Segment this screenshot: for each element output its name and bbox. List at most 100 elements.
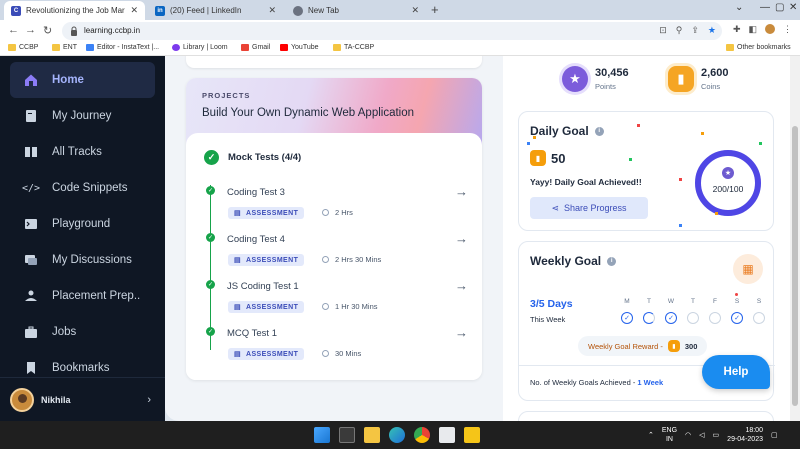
windows-taskbar: ⌃ ENG IN ◠ ◁ ▭ 18:00 29-04-2023 ▢	[0, 421, 800, 449]
bookmark-item[interactable]: TA-CCBP	[333, 44, 374, 51]
battery-icon[interactable]: ▭	[713, 431, 720, 439]
reload-icon[interactable]: ↻	[43, 24, 52, 37]
arrow-right-icon[interactable]: →	[455, 184, 468, 199]
browser-tab-linkedin[interactable]: in (20) Feed | LinkedIn ✕	[148, 1, 283, 20]
extensions-icon[interactable]: ✚	[733, 24, 741, 35]
duration: 2 Hrs	[322, 208, 353, 217]
chevron-right-icon[interactable]: ›	[147, 394, 151, 406]
weekly-days-count: 3/5 Days	[530, 298, 573, 310]
project-title[interactable]: Build Your Own Dynamic Web Application	[202, 107, 414, 119]
check-circle-icon: ✓	[204, 150, 219, 165]
store-icon[interactable]	[439, 427, 455, 443]
project-body: ✓ Mock Tests (4/4) ✓ Coding Test 3 → ▤ AS…	[186, 133, 482, 380]
new-tab-button[interactable]: +	[431, 2, 439, 17]
file-explorer-icon[interactable]	[364, 427, 380, 443]
sidebar-item-my-discussions[interactable]: My Discussions	[10, 242, 155, 278]
clock-icon	[322, 350, 329, 357]
bookmark-item[interactable]: Library | Loom	[172, 44, 228, 51]
bookmark-item[interactable]: Editor - InstaText |...	[86, 44, 159, 51]
wifi-icon[interactable]: ◠	[685, 431, 691, 439]
previous-card	[186, 56, 482, 68]
mock-tests-header[interactable]: ✓ Mock Tests (4/4)	[204, 150, 301, 165]
info-icon[interactable]: i	[607, 256, 617, 266]
progress-text: 200/100	[712, 184, 744, 194]
test-item[interactable]: ✓ Coding Test 3 → ▤ ASSESSMENT 2 Hrs	[206, 184, 468, 227]
clock[interactable]: 18:00 29-04-2023	[727, 426, 763, 444]
confetti	[715, 212, 718, 215]
test-item[interactable]: ✓ MCQ Test 1 → ▤ ASSESSMENT 30 Mins	[206, 325, 468, 368]
language-indicator[interactable]: ENG IN	[662, 426, 677, 444]
clock-icon	[322, 256, 329, 263]
bookmark-item[interactable]: YouTube	[280, 44, 319, 51]
test-item[interactable]: ✓ JS Coding Test 1 → ▤ ASSESSMENT 1 Hr 30…	[206, 278, 468, 321]
confetti	[527, 142, 530, 145]
profile-avatar-icon[interactable]	[765, 24, 775, 34]
arrow-right-icon[interactable]: →	[455, 278, 468, 293]
install-app-icon[interactable]: ⊡	[659, 25, 667, 36]
weekday-status-circle	[753, 312, 765, 324]
minimize-icon[interactable]: —	[760, 2, 770, 13]
chevron-down-icon[interactable]: ⌄	[735, 2, 743, 13]
side-panel-icon[interactable]: ◧	[748, 24, 757, 35]
test-item[interactable]: ✓ Coding Test 4 → ▤ ASSESSMENT 2 Hrs 30 M…	[206, 231, 468, 274]
weekday-label: T	[691, 298, 695, 305]
weekday-status-circle: ✓	[731, 312, 743, 324]
other-bookmarks[interactable]: Other bookmarks	[726, 44, 791, 51]
project-label: PROJECTS	[202, 91, 251, 100]
sidebar-item-jobs[interactable]: Jobs	[10, 314, 155, 350]
weekly-goal-title: Weekly Goal i	[530, 254, 617, 268]
maximize-icon[interactable]: ▢	[775, 2, 784, 13]
close-tab-icon[interactable]: ✕	[411, 5, 419, 16]
url-omnibox[interactable]: learning.ccbp.in ⊡ ⚲ ⇪ ★	[62, 22, 722, 40]
close-window-icon[interactable]: ✕	[789, 2, 797, 13]
arrow-right-icon[interactable]: →	[455, 231, 468, 246]
weekly-goals-achieved: No. of Weekly Goals Achieved - 1 Week	[530, 378, 664, 387]
clipboard-icon: ▤	[234, 304, 242, 311]
sidebar-item-all-tracks[interactable]: All Tracks	[10, 134, 155, 170]
share-icon[interactable]: ⇪	[691, 25, 699, 36]
instatext-icon	[86, 44, 94, 51]
today-indicator	[735, 293, 738, 296]
arrow-right-icon[interactable]: →	[455, 325, 468, 340]
scrollbar-thumb[interactable]	[792, 126, 798, 406]
zoom-icon[interactable]: ⚲	[676, 25, 683, 36]
browser-tab-newtab[interactable]: New Tab ✕	[286, 1, 426, 20]
scrollbar[interactable]	[790, 56, 800, 421]
share-progress-button[interactable]: ⋖ Share Progress	[530, 197, 648, 219]
chrome-browser-icon[interactable]	[414, 427, 430, 443]
sidebar-item-my-journey[interactable]: My Journey	[10, 98, 155, 134]
daily-coins: ▮ 50	[530, 150, 565, 166]
menu-kebab-icon[interactable]: ⋮	[783, 24, 792, 35]
sidebar: Home My Journey All Tracks </> Code Snip…	[0, 56, 165, 421]
folder-icon	[726, 44, 734, 51]
sidebar-item-playground[interactable]: Playground	[10, 206, 155, 242]
help-button[interactable]: Help	[702, 355, 770, 389]
sticky-notes-icon[interactable]	[464, 427, 480, 443]
forward-icon[interactable]: →	[25, 24, 36, 36]
bookmark-item[interactable]: CCBP	[8, 44, 38, 51]
confetti	[759, 142, 762, 145]
sidebar-item-placement-prep[interactable]: Placement Prep..	[10, 278, 155, 314]
sidebar-item-code-snippets[interactable]: </> Code Snippets	[10, 170, 155, 206]
clipboard-icon: ▤	[234, 257, 242, 264]
sidebar-item-home[interactable]: Home	[10, 62, 155, 98]
browser-tab-active[interactable]: C Revolutionizing the Job Market | ✕	[4, 1, 145, 20]
volume-icon[interactable]: ◁	[699, 431, 704, 439]
back-icon[interactable]: ←	[8, 24, 19, 36]
task-view-icon[interactable]	[339, 427, 355, 443]
this-week-label: This Week	[530, 315, 566, 324]
edge-browser-icon[interactable]	[389, 427, 405, 443]
info-icon[interactable]: i	[594, 126, 604, 136]
bookmark-item[interactable]: ENT	[52, 44, 77, 51]
bookmark-item[interactable]: Gmail	[241, 44, 270, 51]
chevron-up-icon[interactable]: ⌃	[648, 431, 654, 439]
main-content: PROJECTS Build Your Own Dynamic Web Appl…	[165, 56, 503, 421]
bookmark-star-icon[interactable]: ★	[708, 25, 716, 36]
clock-icon	[322, 303, 329, 310]
windows-start-icon[interactable]	[314, 427, 330, 443]
notification-icon[interactable]: ▢	[771, 431, 778, 439]
user-profile-bar[interactable]: Nikhila ›	[0, 377, 165, 421]
calendar-icon: ▦	[733, 254, 763, 284]
close-tab-icon[interactable]: ✕	[130, 5, 138, 16]
close-tab-icon[interactable]: ✕	[268, 5, 276, 16]
